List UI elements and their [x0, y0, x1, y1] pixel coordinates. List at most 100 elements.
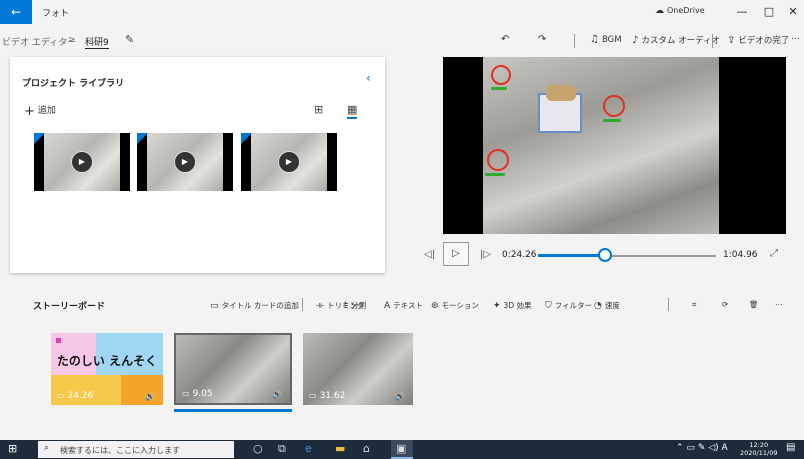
- arrow-left-icon: ←: [10, 5, 22, 19]
- clock-date: 2020/11/09: [740, 449, 778, 457]
- close-button[interactable]: ✕: [780, 2, 804, 22]
- large-grid-view-icon[interactable]: ⊞: [314, 103, 323, 116]
- edge-icon[interactable]: e: [305, 442, 312, 455]
- small-grid-view-icon[interactable]: ▦: [347, 103, 358, 119]
- header-toolbar: ビデオ エディター > 科研9 ✎ ↶ ↷ ♫ BGM ♪ カスタム オーディオ ⇪…: [0, 30, 804, 52]
- clip-duration: ▭ 24.26: [57, 391, 94, 401]
- toolbar-divider: [712, 34, 713, 48]
- cloud-icon: ☁: [655, 6, 664, 16]
- store-icon[interactable]: ⌂: [363, 442, 370, 455]
- pen-icon[interactable]: ✎: [698, 443, 706, 453]
- clip-duration: ▭ 31.62: [309, 391, 346, 401]
- storyboard-tool-label: テキスト: [393, 301, 423, 310]
- volume-icon[interactable]: ◁): [708, 443, 718, 453]
- title-card-text: たのしい えんそく: [56, 354, 158, 368]
- storyboard-tool-title-card[interactable]: ▭ タイトル カードの追加: [210, 300, 299, 311]
- volume-icon[interactable]: 🔊: [145, 392, 155, 401]
- bgm-label: BGM: [601, 35, 622, 45]
- play-icon: ▶: [71, 151, 93, 173]
- preview-frame: [483, 57, 719, 234]
- rose-drawing: [603, 95, 625, 117]
- onedrive-status[interactable]: ☁ OneDrive: [655, 6, 705, 16]
- rose-drawing: [487, 149, 509, 171]
- storyboard-tool-motion[interactable]: ⊛ モーション: [431, 300, 479, 311]
- more-options-button[interactable]: ⋯: [791, 34, 800, 44]
- storyboard-tool-text[interactable]: A テキスト: [384, 300, 423, 311]
- audio-icon: ♪: [632, 35, 639, 46]
- previous-frame-icon[interactable]: ◁|: [424, 249, 435, 260]
- storyboard-tool-label: タイトル カードの追加: [221, 301, 299, 310]
- search-placeholder: 検索するには、ここに入力します: [60, 446, 180, 455]
- next-frame-icon[interactable]: |▷: [480, 249, 491, 260]
- custom-audio-button[interactable]: ♪ カスタム オーディオ: [632, 34, 720, 46]
- storyboard-clip[interactable]: たのしい えんそく ▭ 24.26 🔊: [51, 333, 163, 405]
- storyboard-tool-label: フィルター: [554, 301, 593, 310]
- in-use-marker: [137, 133, 148, 144]
- play-icon: ▶: [278, 151, 300, 173]
- rotate-icon[interactable]: ⟳: [722, 300, 728, 309]
- library-item[interactable]: ▶: [34, 133, 130, 191]
- delete-icon[interactable]: 🗑: [749, 300, 759, 309]
- ime-mode[interactable]: A: [722, 443, 728, 453]
- volume-icon[interactable]: 🔊: [395, 392, 405, 401]
- play-icon: ▶: [174, 151, 196, 173]
- maximize-button[interactable]: □: [756, 2, 782, 22]
- text-icon: A: [384, 301, 391, 311]
- search-icon: ⌕: [44, 443, 50, 453]
- resize-icon[interactable]: ⌗: [692, 300, 696, 310]
- undo-button[interactable]: ↶: [501, 34, 512, 45]
- clock[interactable]: 12:20 2020/11/09: [740, 441, 777, 457]
- storyboard-tool-3d-effects[interactable]: ✦ 3D 効果: [493, 300, 531, 311]
- bgm-button[interactable]: ♫ BGM: [590, 34, 622, 45]
- motion-icon: ⊛: [431, 301, 439, 311]
- photos-app-taskbar-button[interactable]: ▣: [391, 440, 413, 459]
- more-options-button[interactable]: ⋯: [775, 300, 783, 309]
- file-explorer-icon[interactable]: ▬: [335, 442, 345, 455]
- rose-drawing: [491, 65, 511, 85]
- play-button[interactable]: ▷: [443, 242, 469, 266]
- storyboard-tool-filter[interactable]: ⛉ フィルター: [545, 300, 592, 311]
- network-icon[interactable]: ▭: [686, 443, 695, 453]
- back-button[interactable]: ←: [0, 0, 32, 24]
- plus-icon: +: [24, 104, 35, 119]
- redo-button[interactable]: ↷: [538, 34, 549, 45]
- storyboard-tool-label: モーション: [441, 301, 479, 310]
- clock-time: 12:20: [749, 441, 769, 449]
- storyboard-tool-speed[interactable]: ◔ 速度: [594, 300, 620, 311]
- storyboard-clip[interactable]: ▭ 31.62 🔊: [303, 333, 413, 405]
- clip-duration: ▭ 9.05: [182, 389, 213, 399]
- bread-figure: [546, 85, 576, 101]
- storyboard-clip[interactable]: ▭ 9.05 🔊: [174, 333, 292, 405]
- leaf-drawing: [485, 173, 505, 176]
- chevron-up-icon[interactable]: ⌃: [676, 443, 684, 453]
- title-card-icon: ▭: [210, 301, 219, 311]
- minimize-button[interactable]: —: [729, 2, 755, 22]
- windows-start-icon[interactable]: ⊞: [8, 442, 26, 457]
- clip-icon: ▭: [57, 391, 65, 400]
- music-icon: ♫: [590, 34, 599, 45]
- storyboard-tool-split[interactable]: ⫩ 分割: [343, 300, 366, 311]
- leaf-drawing: [491, 87, 507, 90]
- add-media-button[interactable]: + 追加: [24, 103, 56, 119]
- storyboard-title: ストーリーボード: [33, 302, 106, 312]
- taskbar: ⊞ ⌕ 検索するには、ここに入力します ○ ⧉ e ▬ ⌂ ▣ ⌃ ▭ ✎ ◁)…: [0, 440, 804, 459]
- notification-icon[interactable]: ▤: [786, 442, 795, 453]
- fullscreen-icon[interactable]: ⤢: [770, 248, 778, 259]
- library-item[interactable]: ▶: [137, 133, 233, 191]
- volume-icon[interactable]: 🔊: [272, 390, 282, 399]
- cortana-icon[interactable]: ○: [253, 442, 263, 455]
- pencil-icon[interactable]: ✎: [125, 33, 134, 46]
- breadcrumb-video-editor[interactable]: ビデオ エディター: [2, 35, 76, 48]
- toolbar-divider: [302, 298, 303, 311]
- library-item[interactable]: ▶: [241, 133, 337, 191]
- app-title: フォト: [42, 9, 70, 19]
- seek-handle[interactable]: [597, 248, 612, 262]
- finish-video-button[interactable]: ⇪ ビデオの完了: [727, 34, 789, 46]
- chevron-left-icon[interactable]: ‹: [366, 71, 371, 85]
- leaf-drawing: [603, 119, 621, 122]
- task-view-icon[interactable]: ⧉: [278, 442, 286, 456]
- taskbar-search[interactable]: ⌕ 検索するには、ここに入力します: [38, 441, 234, 458]
- system-tray: ⌃ ▭ ✎ ◁) A: [676, 443, 728, 453]
- redo-icon: ↷: [538, 34, 547, 45]
- breadcrumb-project-name: 科研9: [85, 35, 109, 49]
